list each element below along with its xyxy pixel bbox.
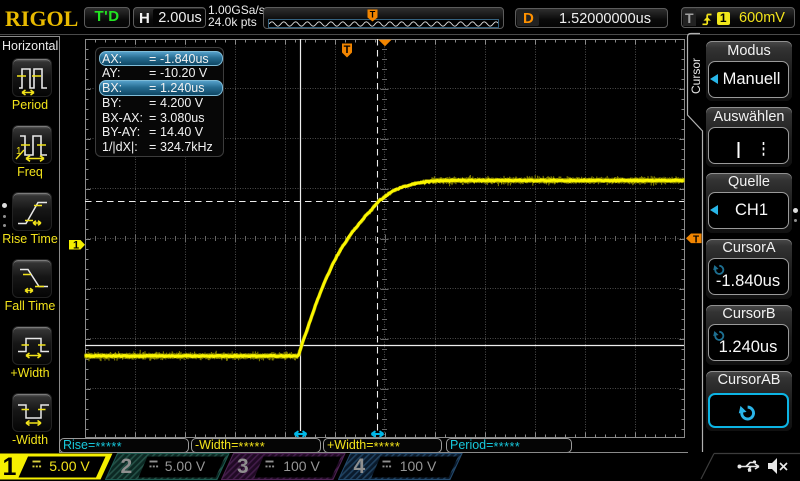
svg-text:1: 1	[73, 240, 79, 252]
svg-text:T: T	[344, 44, 351, 56]
svg-text:T: T	[370, 10, 376, 20]
